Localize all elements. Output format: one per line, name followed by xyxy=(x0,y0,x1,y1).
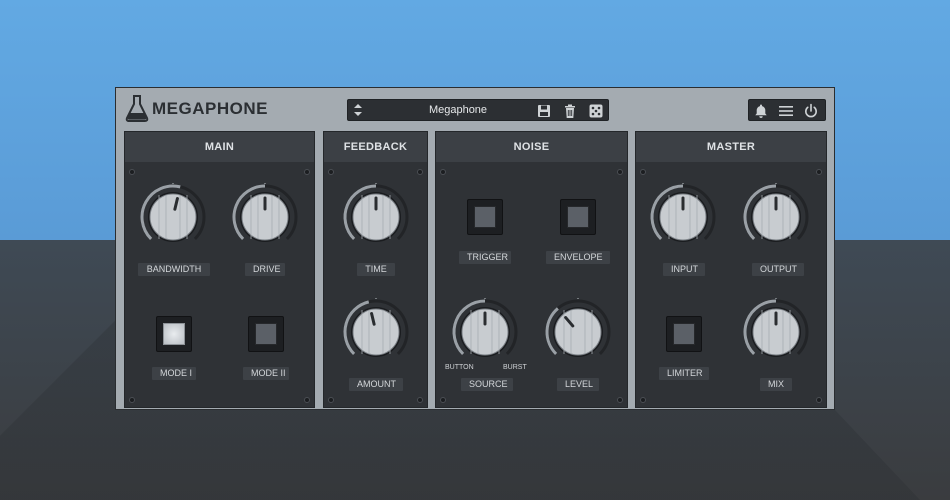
main-panel-title: MAIN xyxy=(125,132,314,162)
screw xyxy=(816,169,822,175)
power-icon[interactable] xyxy=(803,103,819,119)
knob-cap xyxy=(554,308,602,356)
level-knob[interactable] xyxy=(544,298,612,366)
knob-center-dot xyxy=(374,183,378,184)
knob-center-dot xyxy=(774,298,778,299)
source-max-label: BURST xyxy=(503,364,527,371)
screw xyxy=(129,169,135,175)
input-label: INPUT xyxy=(663,263,705,276)
screw xyxy=(440,169,446,175)
knob-center-dot xyxy=(374,298,378,299)
limiter-label: LIMITER xyxy=(659,367,709,380)
level-label: LEVEL xyxy=(557,378,599,391)
drive-label: DRIVE xyxy=(245,263,285,276)
source-label: SOURCE xyxy=(461,378,513,391)
envelope-button[interactable] xyxy=(560,199,596,235)
knob-center-dot xyxy=(681,183,685,184)
knob-center-dot xyxy=(576,298,580,299)
toolbar-right xyxy=(748,99,826,121)
mode-ii-label: MODE II xyxy=(243,367,289,380)
screw xyxy=(328,397,334,403)
master-panel: MASTER INPUT OUTPUT LIMITER MIX xyxy=(635,131,827,408)
output-label: OUTPUT xyxy=(752,263,804,276)
preset-selector[interactable]: Megaphone xyxy=(347,99,609,121)
mode-ii-button[interactable] xyxy=(248,316,284,352)
envelope-label: ENVELOPE xyxy=(546,251,610,264)
main-panel: MAIN BANDWIDTH DRIVE MODE I MODE II xyxy=(124,131,315,408)
time-label: TIME xyxy=(357,263,395,276)
screw xyxy=(440,397,446,403)
screw xyxy=(328,169,334,175)
mode-i-led xyxy=(163,323,185,345)
mix-knob[interactable] xyxy=(742,298,810,366)
feedback-panel-title: FEEDBACK xyxy=(324,132,427,162)
mode-i-label: MODE I xyxy=(152,367,196,380)
app-title: MEGAPHONE xyxy=(152,99,268,118)
knob-center-dot xyxy=(774,183,778,184)
trash-icon[interactable] xyxy=(562,103,578,119)
top-bar: MEGAPHONE Megaphone xyxy=(116,88,836,128)
trigger-label: TRIGGER xyxy=(459,251,511,264)
plugin-window: MEGAPHONE Megaphone MAIN BANDWIDTH DRIVE… xyxy=(115,87,835,410)
screw xyxy=(129,397,135,403)
trigger-led xyxy=(474,206,496,228)
screw xyxy=(617,397,623,403)
envelope-led xyxy=(567,206,589,228)
screw xyxy=(617,169,623,175)
source-min-label: BUTTON xyxy=(445,364,474,371)
output-knob[interactable] xyxy=(742,183,810,251)
knob-center-dot xyxy=(483,298,487,299)
mode-i-button[interactable] xyxy=(156,316,192,352)
flask-icon xyxy=(125,95,149,122)
screw xyxy=(417,169,423,175)
screw xyxy=(640,397,646,403)
screw xyxy=(640,169,646,175)
screw xyxy=(816,397,822,403)
limiter-led xyxy=(673,323,695,345)
screw xyxy=(304,169,310,175)
amount-knob[interactable] xyxy=(342,298,410,366)
feedback-panel: FEEDBACK TIME AMOUNT xyxy=(323,131,428,408)
limiter-button[interactable] xyxy=(666,316,702,352)
preset-name[interactable]: Megaphone xyxy=(398,104,518,116)
input-knob[interactable] xyxy=(649,183,717,251)
knob-center-dot xyxy=(171,183,175,184)
mix-label: MIX xyxy=(760,378,792,391)
noise-panel: NOISE TRIGGER ENVELOPE BUTTON BURST SOUR… xyxy=(435,131,628,408)
bandwidth-label: BANDWIDTH xyxy=(138,263,210,276)
time-knob[interactable] xyxy=(342,183,410,251)
up-down-arrows-icon[interactable] xyxy=(352,102,364,118)
drive-knob[interactable] xyxy=(231,183,299,251)
bandwidth-knob[interactable] xyxy=(139,183,207,251)
dice-icon[interactable] xyxy=(588,103,604,119)
master-panel-title: MASTER xyxy=(636,132,826,162)
save-icon[interactable] xyxy=(536,103,552,119)
menu-icon[interactable] xyxy=(778,103,794,119)
noise-panel-title: NOISE xyxy=(436,132,627,162)
screw xyxy=(304,397,310,403)
amount-label: AMOUNT xyxy=(349,378,403,391)
mode-ii-led xyxy=(255,323,277,345)
knob-cap xyxy=(352,308,400,356)
knob-center-dot xyxy=(263,183,267,184)
knob-cap xyxy=(149,193,197,241)
trigger-button[interactable] xyxy=(467,199,503,235)
source-knob[interactable] xyxy=(451,298,519,366)
bell-icon[interactable] xyxy=(753,103,769,119)
screw xyxy=(417,397,423,403)
